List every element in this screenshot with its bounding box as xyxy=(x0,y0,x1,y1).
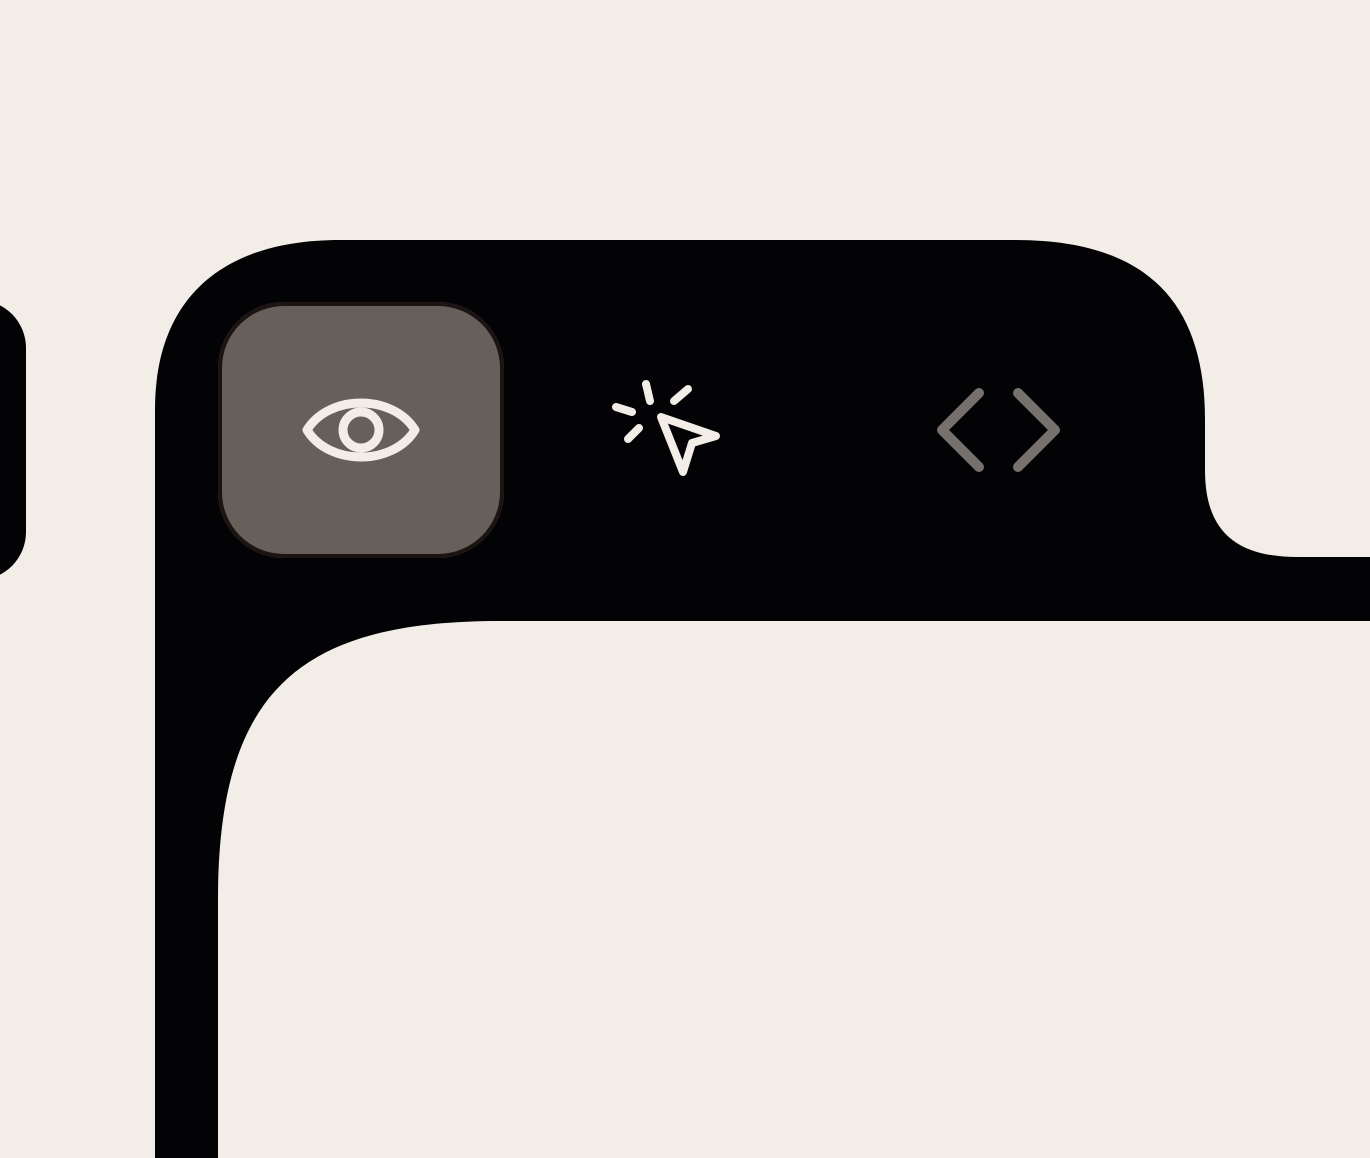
eye-icon xyxy=(302,398,420,462)
interact-mode-button[interactable] xyxy=(527,302,815,558)
code-icon xyxy=(937,388,1060,472)
view-mode-toolbar xyxy=(155,240,1205,620)
preview-window xyxy=(0,0,1370,1158)
preview-mode-button[interactable] xyxy=(218,302,504,558)
code-mode-button[interactable] xyxy=(855,302,1143,558)
sparkle-cursor-icon xyxy=(612,380,720,476)
